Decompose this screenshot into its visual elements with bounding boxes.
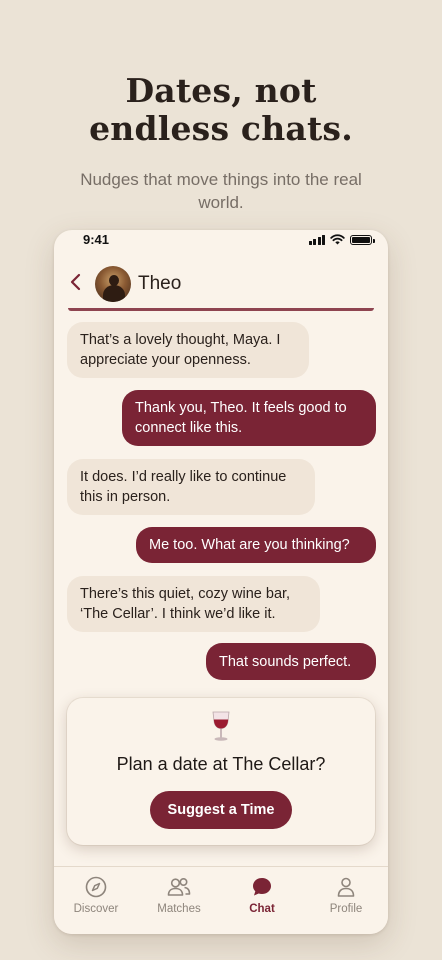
headline-line-2: endless chats.: [89, 109, 353, 148]
header-divider: [68, 308, 374, 311]
chat-bubble-icon: [253, 878, 271, 896]
status-icons: [308, 234, 375, 245]
tab-label-chat: Chat: [249, 903, 275, 915]
compass-icon: [85, 876, 107, 898]
phone-screen: 9:41 Theo That’s a lovely thought, Maya.…: [54, 230, 388, 934]
status-bar: 9:41: [54, 230, 388, 250]
tab-profile[interactable]: Profile: [304, 875, 388, 925]
contact-avatar[interactable]: [95, 266, 131, 302]
status-time: 9:41: [83, 232, 110, 247]
headline: Dates, not endless chats.: [0, 72, 442, 148]
chat-header: Theo: [54, 258, 388, 308]
signal-icon: [308, 235, 325, 245]
message-incoming: It does. I’d really like to continue thi…: [67, 459, 315, 515]
back-chevron-icon[interactable]: [68, 271, 84, 293]
wifi-icon: [330, 234, 345, 245]
suggest-time-button[interactable]: Suggest a Time: [150, 791, 292, 829]
message-incoming: There’s this quiet, cozy wine bar, ‘The …: [67, 576, 320, 632]
wine-glass-icon: [212, 711, 230, 741]
tab-discover[interactable]: Discover: [54, 875, 138, 925]
tab-chat[interactable]: Chat: [220, 875, 304, 925]
tab-label-profile: Profile: [329, 903, 363, 915]
headline-line-1: Dates, not: [125, 71, 317, 110]
person-icon: [337, 877, 355, 897]
tab-bar: Discover Matches Chat Profile: [54, 866, 388, 934]
message-outgoing: Me too. What are you thinking?: [136, 527, 376, 563]
tab-label-discover: Discover: [73, 903, 119, 915]
tab-label-matches: Matches: [157, 903, 201, 915]
subheadline: Nudges that move things into the real wo…: [80, 170, 362, 212]
plan-date-title: Plan a date at The Cellar?: [116, 754, 326, 774]
battery-icon: [350, 235, 375, 245]
contact-name[interactable]: Theo: [138, 273, 181, 295]
people-icon: [167, 877, 191, 896]
message-outgoing: That sounds perfect.: [206, 643, 376, 680]
message-incoming: That’s a lovely thought, Maya. I appreci…: [67, 322, 309, 378]
plan-date-card: Plan a date at The Cellar? Suggest a Tim…: [67, 698, 375, 845]
tab-matches[interactable]: Matches: [137, 875, 221, 925]
message-outgoing: Thank you, Theo. It feels good to connec…: [122, 390, 376, 446]
